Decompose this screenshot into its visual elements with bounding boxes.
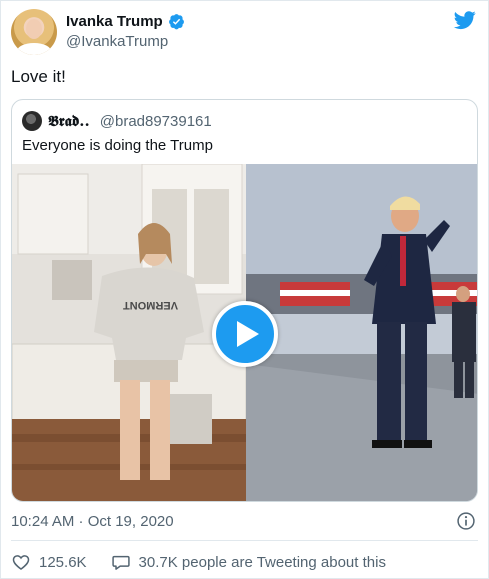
shirt-text: VERMONT [123,299,178,311]
speech-bubble-icon [111,555,130,570]
quoted-author-handle: @brad89739161 [99,112,212,130]
tweet-header: Ivanka Trump @IvankaTrump [11,9,481,55]
conversation-text: 30.7K people are Tweeting about this [138,553,386,571]
tweet-actions: 125.6K 30.7K people are Tweeting about t… [11,552,386,572]
like-action[interactable]: 125.6K [11,552,87,572]
tweet-card: Ivanka Trump @IvankaTrump Love it! 𝕭𝖗𝖆𝖉.… [0,0,489,579]
play-icon [236,321,259,347]
quoted-tweet-text: Everyone is doing the Trump [22,137,213,154]
video-thumbnail[interactable]: VERMONT [12,164,477,501]
author-handle[interactable]: @IvankaTrump [66,33,168,50]
verified-badge-icon [168,14,184,30]
heart-icon [12,555,30,571]
avatar-shoulders [17,43,51,55]
avatar-face [26,19,42,39]
twitter-bird-icon[interactable] [453,9,477,31]
info-icon[interactable] [456,511,476,531]
author-name-row: Ivanka Trump [66,13,185,30]
author-avatar[interactable] [11,9,57,55]
like-count: 125.6K [39,553,87,571]
author-display-name[interactable]: Ivanka Trump [66,13,163,30]
play-button[interactable] [212,301,278,367]
quoted-tweet-header: 𝕭𝖗𝖆𝖉.. @brad89739161 [22,111,212,131]
tweet-text: Love it! [11,67,66,86]
quoted-author-avatar [22,111,42,131]
quoted-tweet[interactable]: 𝕭𝖗𝖆𝖉.. @brad89739161 Everyone is doing t… [11,99,478,502]
quoted-author-name: 𝕭𝖗𝖆𝖉.. [48,112,90,130]
tweet-timestamp[interactable]: 10:24 AM · Oct 19, 2020 [11,513,174,530]
divider [11,540,478,541]
conversation-action[interactable]: 30.7K people are Tweeting about this [111,552,386,572]
